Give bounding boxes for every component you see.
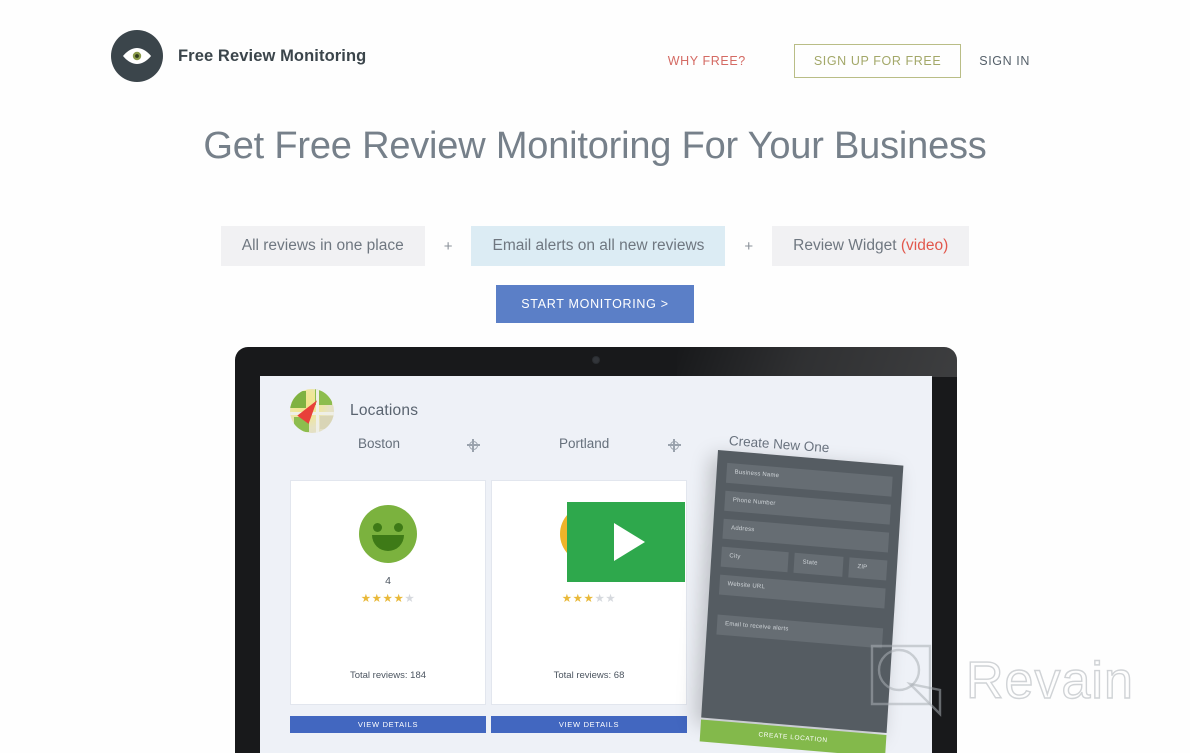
- gear-icon-boston[interactable]: [466, 438, 480, 452]
- total-reviews-2: Total reviews: 68: [553, 670, 625, 681]
- app-screenshot: Locations Boston Portland Create New One: [260, 376, 932, 753]
- total-reviews-1: Total reviews: 184: [349, 670, 427, 681]
- plus-separator-2: +: [744, 237, 754, 255]
- revain-watermark-text: Revain: [965, 651, 1134, 710]
- stars-filled-1: ★★★★: [360, 593, 405, 605]
- feature-chip-3-label: Review Widget: [793, 237, 901, 254]
- stars-empty-2: ★★: [594, 593, 617, 605]
- bezel-gloss: [677, 347, 957, 377]
- view-details-button-1[interactable]: VIEW DETAILS: [290, 716, 486, 733]
- brand-name: Free Review Monitoring: [178, 46, 367, 65]
- create-location-button[interactable]: CREATE LOCATION: [699, 719, 887, 753]
- brand[interactable]: Free Review Monitoring: [111, 30, 366, 82]
- website-url-field[interactable]: Website URL: [718, 574, 886, 609]
- map-navigation-icon: [290, 389, 334, 433]
- sign-in-link[interactable]: SIGN IN: [979, 54, 1030, 68]
- phone-number-field[interactable]: Phone Number: [724, 490, 891, 525]
- location-tab-boston[interactable]: Boston: [358, 436, 400, 451]
- site-header: Free Review Monitoring WHY FREE? SIGN UP…: [0, 0, 1190, 112]
- laptop-mockup: Locations Boston Portland Create New One: [235, 347, 957, 753]
- app-body: 4 ★★★★★ Total reviews: 184 VIEW DETAILS …: [260, 450, 932, 753]
- create-location-form: Business Name Phone Number Address City …: [699, 450, 904, 753]
- feature-chip-3: Review Widget (video): [772, 226, 970, 266]
- app-header: Locations Boston Portland Create New One: [260, 376, 932, 468]
- cta-wrapper: START MONITORING >: [0, 285, 1190, 323]
- app-brand: Locations: [290, 389, 418, 433]
- state-field[interactable]: State: [793, 552, 845, 577]
- stars-empty-1: ★: [404, 593, 416, 605]
- zip-field[interactable]: ZIP: [848, 557, 888, 581]
- green-smiley-icon: [359, 505, 417, 563]
- star-rating-2: ★★★★★: [492, 591, 686, 605]
- play-icon: [613, 523, 645, 561]
- page-title: Get Free Review Monitoring For Your Busi…: [203, 125, 987, 167]
- view-details-button-2[interactable]: VIEW DETAILS: [491, 716, 687, 733]
- nav-why-free[interactable]: WHY FREE?: [668, 54, 746, 68]
- feature-chips: All reviews in one place + Email alerts …: [0, 226, 1190, 266]
- sign-up-button[interactable]: SIGN UP FOR FREE: [793, 44, 962, 78]
- main-nav: WHY FREE? SIGN UP FOR FREE SIGN IN: [668, 44, 1030, 78]
- feature-chip-1: All reviews in one place: [220, 226, 425, 266]
- rating-value-1: 4: [385, 575, 391, 587]
- address-field[interactable]: Address: [722, 518, 890, 553]
- webcam-icon: [593, 357, 599, 363]
- video-player-overlay[interactable]: [567, 502, 685, 582]
- location-tab-portland[interactable]: Portland: [559, 436, 609, 451]
- gear-icon-portland[interactable]: [667, 438, 681, 452]
- app-title: Locations: [350, 402, 419, 419]
- city-state-zip-row: City State ZIP: [720, 546, 888, 581]
- eye-icon: [111, 30, 163, 82]
- plus-separator-1: +: [443, 237, 453, 255]
- landing-page: Free Review Monitoring WHY FREE? SIGN UP…: [0, 0, 1190, 753]
- start-monitoring-button[interactable]: START MONITORING >: [496, 285, 694, 323]
- location-card-1: 4 ★★★★★ Total reviews: 184: [290, 480, 486, 705]
- city-field[interactable]: City: [720, 546, 790, 573]
- stars-filled-2: ★★★: [561, 593, 595, 605]
- business-name-field[interactable]: Business Name: [725, 462, 893, 497]
- feature-chip-2: Email alerts on all new reviews: [471, 226, 726, 266]
- video-link[interactable]: (video): [901, 237, 948, 254]
- star-rating-1: ★★★★★: [291, 591, 485, 605]
